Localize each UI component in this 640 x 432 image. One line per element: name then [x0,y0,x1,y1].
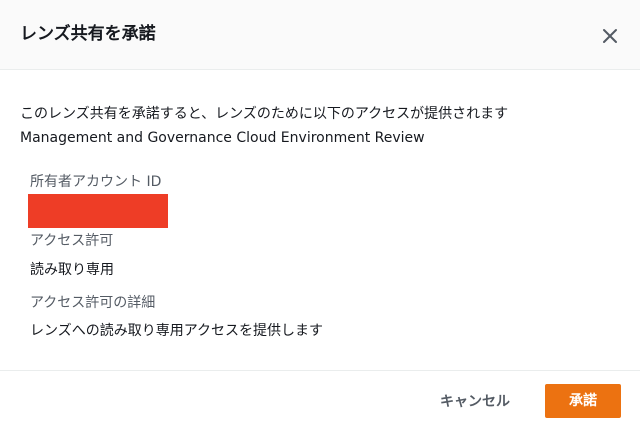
lens-name: Management and Governance Cloud Environm… [20,130,425,146]
redacted-owner-account-id [28,194,168,228]
modal-title: レンズ共有を承諾 [20,24,156,44]
modal-footer: キャンセル 承諾 [0,370,640,432]
access-permission-label: アクセス許可 [30,233,114,249]
modal-body: このレンズ共有を承諾すると、レンズのために以下のアクセスが提供されます Mana… [20,70,620,370]
close-icon [603,29,617,43]
accept-lens-share-modal: レンズ共有を承諾 このレンズ共有を承諾すると、レンズのために以下のアクセスが提供… [0,0,640,432]
accept-button[interactable]: 承諾 [545,384,621,418]
intro-text: このレンズ共有を承諾すると、レンズのために以下のアクセスが提供されます [20,106,509,122]
access-permission-detail-label: アクセス許可の詳細 [30,295,156,311]
access-permission-detail-value: レンズへの読み取り専用アクセスを提供します [30,323,324,339]
access-permission-value: 読み取り専用 [30,262,114,278]
cancel-button[interactable]: キャンセル [424,386,526,418]
owner-account-id-label: 所有者アカウント ID [30,174,162,190]
close-button[interactable] [596,22,624,50]
modal-header: レンズ共有を承諾 [0,0,640,70]
